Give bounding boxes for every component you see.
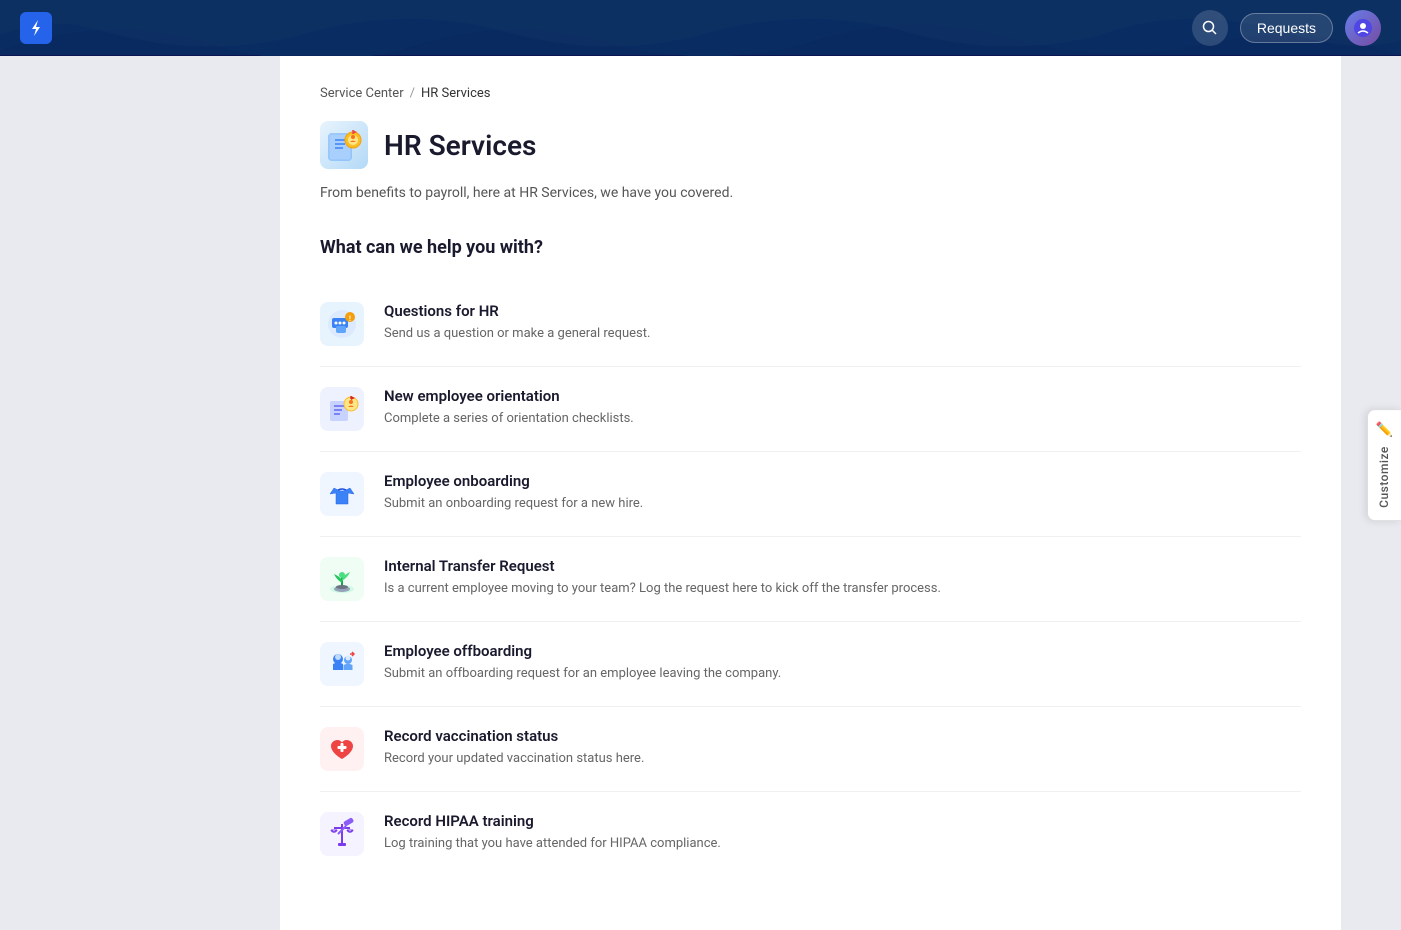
header: Requests (0, 0, 1401, 56)
service-content-questions-hr: Questions for HR Send us a question or m… (384, 302, 1301, 344)
service-icon-onboarding (320, 472, 364, 516)
service-desc: Is a current employee moving to your tea… (384, 579, 1301, 599)
main-panel: Service Center / HR Services (280, 56, 1341, 930)
service-content-transfer: Internal Transfer Request Is a current e… (384, 557, 1301, 599)
service-content-onboarding: Employee onboarding Submit an onboarding… (384, 472, 1301, 514)
service-content-orientation: New employee orientation Complete a seri… (384, 387, 1301, 429)
service-desc: Record your updated vaccination status h… (384, 749, 1301, 769)
list-item[interactable]: Internal Transfer Request Is a current e… (320, 537, 1301, 622)
page-description: From benefits to payroll, here at HR Ser… (320, 185, 1301, 201)
customize-tab[interactable]: ✏️ Customize (1367, 409, 1401, 521)
header-actions: Requests (1192, 10, 1381, 46)
service-desc: Log training that you have attended for … (384, 834, 1301, 854)
service-desc: Submit an onboarding request for a new h… (384, 494, 1301, 514)
breadcrumb-parent[interactable]: Service Center (320, 86, 404, 101)
avatar[interactable] (1345, 10, 1381, 46)
left-sidebar-bg (0, 56, 280, 930)
service-icon-transfer (320, 557, 364, 601)
service-name: Record vaccination status (384, 727, 1301, 745)
search-button[interactable] (1192, 10, 1228, 46)
page-title: HR Services (384, 129, 536, 162)
service-name: Employee offboarding (384, 642, 1301, 660)
service-icon-hipaa (320, 812, 364, 856)
page-header: HR Services (320, 121, 1301, 169)
list-item[interactable]: Record HIPAA training Log training that … (320, 792, 1301, 876)
list-item[interactable]: New employee orientation Complete a seri… (320, 367, 1301, 452)
service-content-vaccination: Record vaccination status Record your up… (384, 727, 1301, 769)
app-logo[interactable] (20, 12, 52, 44)
customize-label: Customize (1377, 446, 1391, 508)
service-content-hipaa: Record HIPAA training Log training that … (384, 812, 1301, 854)
service-list: ! Questions for HR Send us a question or… (320, 282, 1301, 876)
service-name: Internal Transfer Request (384, 557, 1301, 575)
breadcrumb: Service Center / HR Services (320, 86, 1301, 101)
service-icon-offboarding (320, 642, 364, 686)
service-name: Employee onboarding (384, 472, 1301, 490)
service-desc: Send us a question or make a general req… (384, 324, 1301, 344)
service-desc: Submit an offboarding request for an emp… (384, 664, 1301, 684)
breadcrumb-current: HR Services (421, 86, 491, 101)
service-icon-questions-hr: ! (320, 302, 364, 346)
service-desc: Complete a series of orientation checkli… (384, 409, 1301, 429)
breadcrumb-separator: / (410, 86, 415, 101)
service-name: New employee orientation (384, 387, 1301, 405)
service-content-offboarding: Employee offboarding Submit an offboardi… (384, 642, 1301, 684)
page-icon (320, 121, 368, 169)
service-icon-orientation (320, 387, 364, 431)
customize-icon: ✏️ (1376, 422, 1393, 438)
service-name: Questions for HR (384, 302, 1301, 320)
section-title: What can we help you with? (320, 237, 1301, 258)
svg-text:!: ! (349, 315, 351, 323)
list-item[interactable]: Employee onboarding Submit an onboarding… (320, 452, 1301, 537)
list-item[interactable]: Employee offboarding Submit an offboardi… (320, 622, 1301, 707)
list-item[interactable]: Record vaccination status Record your up… (320, 707, 1301, 792)
service-name: Record HIPAA training (384, 812, 1301, 830)
list-item[interactable]: ! Questions for HR Send us a question or… (320, 282, 1301, 367)
requests-button[interactable]: Requests (1240, 13, 1333, 43)
service-icon-vaccination (320, 727, 364, 771)
